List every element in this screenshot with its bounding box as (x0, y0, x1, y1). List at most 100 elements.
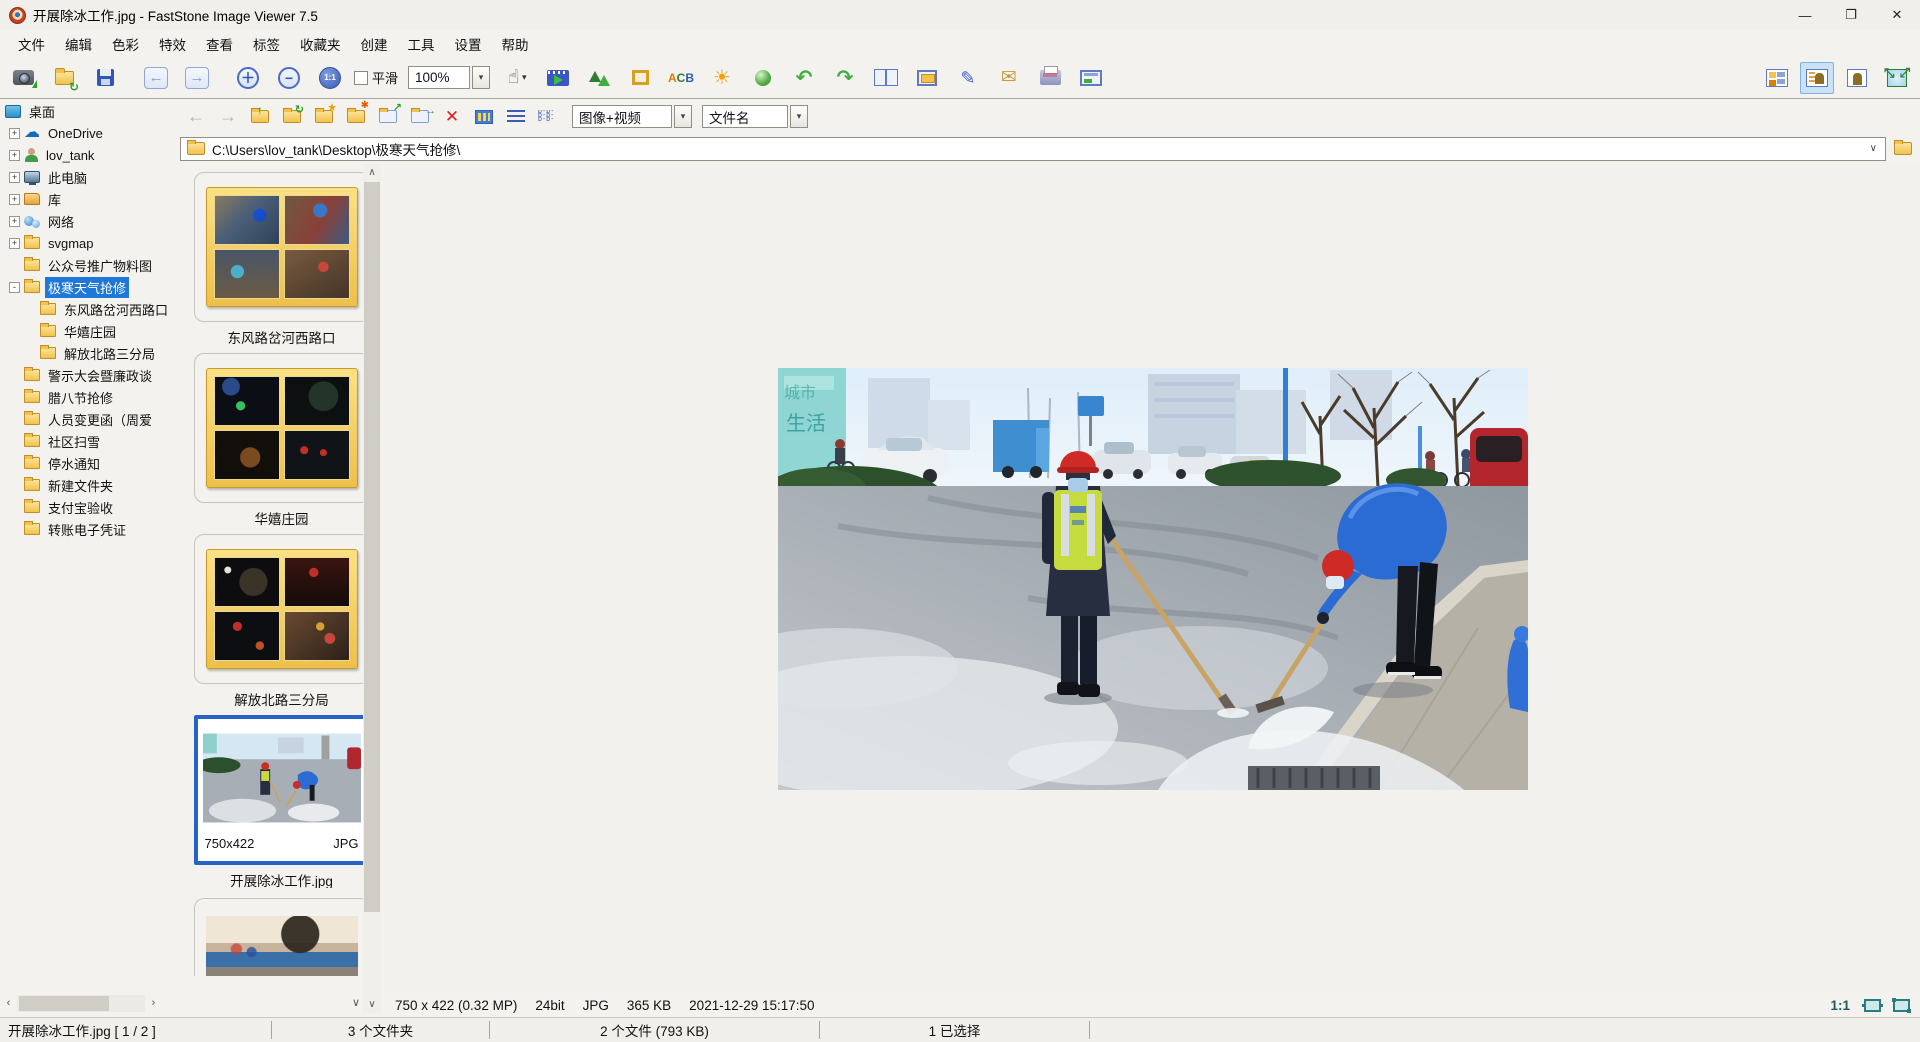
favorites-folder-button[interactable]: ★ (310, 103, 338, 131)
menu-view[interactable]: 查看 (196, 30, 243, 58)
tree-item-dongfeng[interactable]: 东风路岔河西路口 (0, 298, 178, 320)
address-dropdown-icon[interactable]: ∨ (1868, 143, 1879, 154)
tree-item-desktop[interactable]: 桌面 (0, 100, 178, 122)
expand-icon[interactable]: + (9, 238, 20, 249)
view-thumbnails-button[interactable] (1760, 62, 1794, 94)
list-view-button[interactable] (502, 103, 530, 131)
menu-edit[interactable]: 编辑 (55, 30, 102, 58)
copy-to-button[interactable]: ↗ (374, 103, 402, 131)
previous-image-button[interactable]: ← (139, 60, 173, 96)
expand-icon[interactable]: + (9, 172, 20, 183)
email-button[interactable]: ✉ (992, 60, 1026, 96)
rename-button[interactable]: ACB (664, 60, 698, 96)
scroll-down-button[interactable]: ∨ (363, 996, 381, 1013)
thumbnail-view-button[interactable] (470, 103, 498, 131)
history-forward-button[interactable]: → (214, 103, 242, 131)
smooth-checkbox[interactable] (354, 71, 368, 85)
menu-effects[interactable]: 特效 (149, 30, 196, 58)
menu-create[interactable]: 创建 (351, 30, 398, 58)
hand-tool-button[interactable]: ☝▾ (500, 60, 534, 96)
image-thumb-partial[interactable] (194, 898, 370, 976)
view-windowed-button[interactable] (1840, 62, 1874, 94)
scroll-right-button[interactable]: › (145, 995, 162, 1012)
delete-button[interactable]: ✕ (438, 103, 466, 131)
file-type-filter-select[interactable]: 图像+视频 (572, 105, 672, 128)
folder-thumb-jiefang[interactable]: 解放北路三分局 (194, 534, 370, 707)
zoom-in-button[interactable]: ＋ (231, 60, 265, 96)
options-button[interactable] (1074, 60, 1108, 96)
fit-window-icon[interactable] (1864, 999, 1881, 1012)
menu-tag[interactable]: 标签 (243, 30, 290, 58)
next-image-button[interactable]: → (180, 60, 214, 96)
undo-button[interactable]: ↶ (787, 60, 821, 96)
tree-item-promo[interactable]: 公众号推广物料图 (0, 254, 178, 276)
refresh-folder-button[interactable]: ↻ (278, 103, 306, 131)
expand-icon[interactable]: + (9, 194, 20, 205)
scroll-thumb[interactable] (19, 996, 109, 1011)
zoom-out-button[interactable]: − (272, 60, 306, 96)
tree-item-onedrive[interactable]: + ☁ OneDrive (0, 122, 178, 144)
tree-item-jiefang[interactable]: 解放北路三分局 (0, 342, 178, 364)
tree-item-jingshi[interactable]: 警示大会暨廉政谈 (0, 364, 178, 386)
zoom-level-select[interactable]: 100% (408, 66, 470, 89)
detail-view-button[interactable]: b-b-b-b-b-b- (534, 103, 562, 131)
adjust-colors-button[interactable]: ☀ (705, 60, 739, 96)
zoom-level-dropdown-button[interactable]: ▾ (472, 66, 490, 89)
panel-scroll-down-icon[interactable]: ∨ (352, 996, 360, 1009)
batch-convert-button[interactable]: ↻ (47, 60, 81, 96)
image-thumb-selected[interactable]: 750x422 JPG 开展除冰工作.jpg (194, 715, 370, 888)
restore-button[interactable]: ❐ (1828, 0, 1874, 30)
history-back-button[interactable]: ← (182, 103, 210, 131)
menu-settings[interactable]: 设置 (445, 30, 492, 58)
sort-dropdown-button[interactable]: ▾ (790, 105, 808, 128)
folder-history-button[interactable] (1890, 137, 1916, 161)
copy-to-folder-button[interactable] (910, 60, 944, 96)
collapse-icon[interactable]: - (9, 282, 20, 293)
scroll-left-button[interactable]: ‹ (0, 995, 17, 1012)
close-button[interactable]: ✕ (1874, 0, 1920, 30)
scroll-thumb[interactable] (364, 182, 380, 912)
redo-button[interactable]: ↷ (828, 60, 862, 96)
move-to-button[interactable]: → (406, 103, 434, 131)
menu-favorites[interactable]: 收藏夹 (290, 30, 351, 58)
expand-icon[interactable]: + (9, 150, 20, 161)
actual-size-button[interactable]: 1:1 (313, 60, 347, 96)
slideshow-button[interactable] (541, 60, 575, 96)
new-folder-button[interactable]: ✱ (342, 103, 370, 131)
effects-button[interactable] (746, 60, 780, 96)
menu-tools[interactable]: 工具 (398, 30, 445, 58)
folder-thumb-dongfeng[interactable]: 东风路岔河西路口 (194, 172, 370, 345)
tree-item-this-pc[interactable]: + 此电脑 (0, 166, 178, 188)
resize-button[interactable] (582, 60, 616, 96)
view-fullscreen-button[interactable] (1880, 62, 1914, 94)
scroll-up-button[interactable]: ∧ (363, 164, 381, 181)
sort-order-select[interactable]: 文件名 (702, 105, 788, 128)
tree-item-zhuanzhang[interactable]: 转账电子凭证 (0, 518, 178, 540)
crop-button[interactable] (623, 60, 657, 96)
tree-item-network[interactable]: + 网络 (0, 210, 178, 232)
tree-item-huaxi[interactable]: 华嬉庄园 (0, 320, 178, 342)
menu-help[interactable]: 帮助 (492, 30, 539, 58)
minimize-button[interactable]: — (1782, 0, 1828, 30)
tree-item-renyuan[interactable]: 人员变更函（周爱 (0, 408, 178, 430)
tree-item-tingshui[interactable]: 停水通知 (0, 452, 178, 474)
menu-colors[interactable]: 色彩 (102, 30, 149, 58)
menu-file[interactable]: 文件 (8, 30, 55, 58)
tree-item-zhifubao[interactable]: 支付宝验收 (0, 496, 178, 518)
folder-thumb-huaxi[interactable]: 华嬉庄园 (194, 353, 370, 526)
expand-icon[interactable]: + (9, 128, 20, 139)
preview-area[interactable]: 生活 城市 (385, 164, 1920, 993)
expand-icon[interactable]: + (9, 216, 20, 227)
tree-item-extreme-weather[interactable]: - 极寒天气抢修 (0, 276, 178, 298)
save-as-button[interactable] (88, 60, 122, 96)
tree-item-shequ[interactable]: 社区扫雪 (0, 430, 178, 452)
up-folder-button[interactable]: ↑ (246, 103, 274, 131)
compare-button[interactable] (869, 60, 903, 96)
acquire-button[interactable] (6, 60, 40, 96)
tree-item-user[interactable]: + lov_tank (0, 144, 178, 166)
scroll-track[interactable] (17, 995, 145, 1012)
view-browser-button[interactable] (1800, 62, 1834, 94)
preview-photo[interactable]: 生活 城市 (778, 368, 1528, 790)
tree-item-libraries[interactable]: + 库 (0, 188, 178, 210)
filter-dropdown-button[interactable]: ▾ (674, 105, 692, 128)
